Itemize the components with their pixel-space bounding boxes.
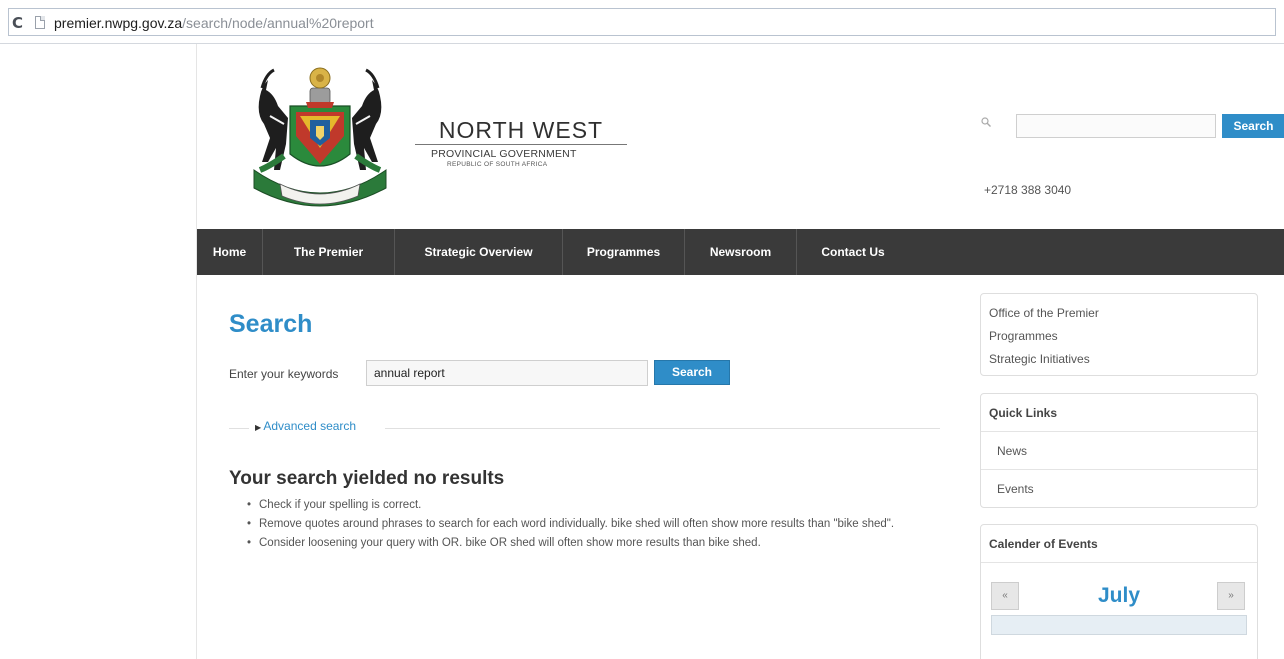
quick-links-title: Quick Links	[981, 394, 1257, 432]
tip-item: Remove quotes around phrases to search f…	[247, 515, 937, 534]
tip-spelling: Check if your spelling is correct.	[259, 499, 422, 511]
quick-link-news[interactable]: News	[981, 432, 1257, 470]
advanced-search-rule	[229, 428, 249, 429]
quick-links-box: Quick Links News Events	[980, 393, 1258, 508]
advanced-search-divider	[385, 428, 940, 429]
search-icon	[981, 117, 991, 127]
brand-country: REPUBLIC OF SOUTH AFRICA	[447, 161, 548, 168]
coat-of-arms-logo	[253, 67, 387, 207]
nav-item-contact-us[interactable]: Contact Us	[797, 229, 909, 275]
search-tips: Check if your spelling is correct. Remov…	[247, 496, 937, 553]
nav-item-the-premier[interactable]: The Premier	[263, 229, 395, 275]
nav-item-strategic-overview[interactable]: Strategic Overview	[395, 229, 563, 275]
brand-subtitle: PROVINCIAL GOVERNMENT	[431, 148, 577, 160]
header-search-button[interactable]: Search	[1222, 114, 1284, 138]
search-button[interactable]: Search	[654, 360, 730, 385]
phone-number: +2718 388 3040	[984, 183, 1072, 197]
screen: C premier.nwpg.gov.za/search/node/annual…	[0, 0, 1284, 659]
advanced-search-label: Advanced search	[263, 419, 357, 433]
keywords-input[interactable]: annual report	[366, 360, 648, 386]
url-path: /search/node/annual%20report	[182, 15, 374, 31]
sidebar-link-office[interactable]: Office of the Premier	[989, 302, 1249, 325]
url-text[interactable]: premier.nwpg.gov.za/search/node/annual%2…	[54, 15, 374, 31]
page-title: Search	[229, 310, 313, 338]
calendar-title: Calender of Events	[981, 525, 1257, 563]
nav-item-programmes[interactable]: Programmes	[563, 229, 685, 275]
url-host: premier.nwpg.gov.za	[54, 15, 183, 31]
advanced-search-link[interactable]: ▶ Advanced search	[255, 419, 356, 433]
tip-item: Check if your spelling is correct.	[247, 496, 937, 515]
brand-divider	[415, 144, 627, 145]
web-page: NORTH WEST PROVINCIAL GOVERNMENT REPUBLI…	[196, 44, 1284, 659]
main-nav: Home The Premier Strategic Overview Prog…	[197, 229, 1284, 275]
browser-toolbar: C premier.nwpg.gov.za/search/node/annual…	[0, 0, 1284, 44]
header-search-input[interactable]	[1016, 114, 1216, 138]
no-results-heading: Your search yielded no results	[229, 468, 505, 489]
reload-icon[interactable]: C	[12, 14, 23, 32]
tip-item: Consider loosening your query with OR. b…	[247, 534, 937, 553]
nav-item-home[interactable]: Home	[197, 229, 263, 275]
tip-or: Consider loosening your query with OR. b…	[259, 537, 761, 549]
calendar-next-button[interactable]: »	[1217, 582, 1245, 610]
sidebar-link-programmes[interactable]: Programmes	[989, 325, 1249, 348]
quick-link-events[interactable]: Events	[981, 470, 1257, 508]
keywords-label: Enter your keywords	[229, 367, 339, 381]
site-brand[interactable]: NORTH WEST PROVINCIAL GOVERNMENT REPUBLI…	[415, 116, 627, 168]
calendar-box: Calender of Events « July »	[980, 524, 1258, 659]
nav-item-newsroom[interactable]: Newsroom	[685, 229, 797, 275]
sidebar-link-strategic[interactable]: Strategic Initiatives	[989, 348, 1249, 371]
calendar-weekday-header	[991, 615, 1247, 635]
sidebar-menu: Office of the Premier Programmes Strateg…	[980, 293, 1258, 376]
page-icon	[35, 16, 45, 29]
tip-quotes: Remove quotes around phrases to search f…	[259, 518, 895, 530]
calendar-month: July	[1097, 584, 1141, 607]
brand-name: NORTH WEST	[438, 117, 604, 143]
